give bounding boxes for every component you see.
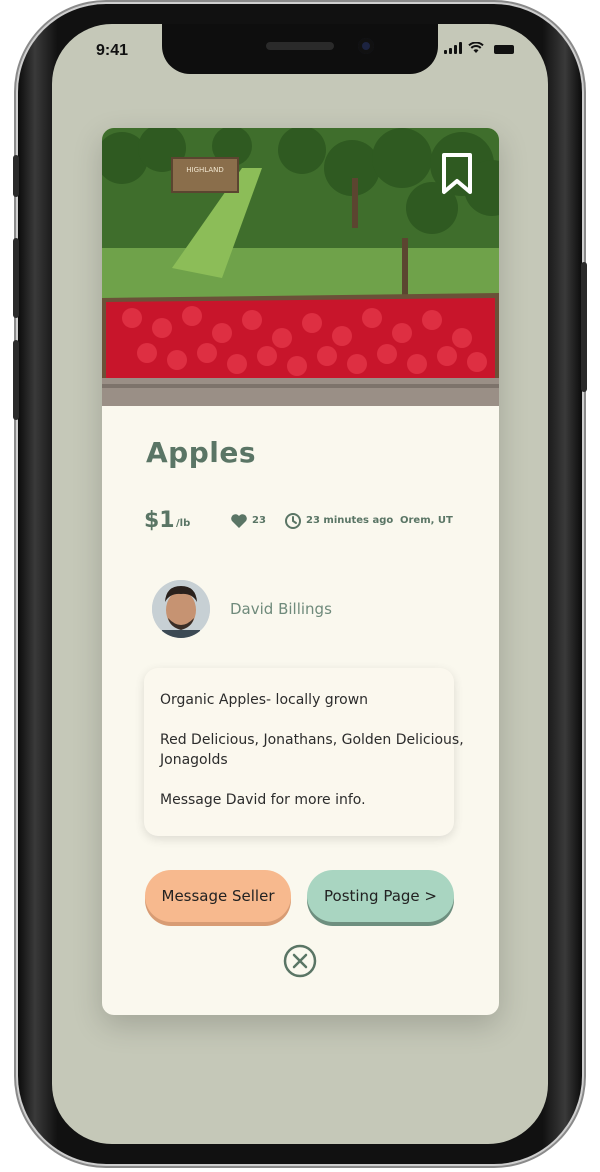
volume-down-button <box>13 340 19 420</box>
avatar-image <box>152 580 210 638</box>
price: $1 <box>144 508 175 533</box>
description-line: Organic Apples- locally grown <box>160 692 369 708</box>
mute-switch <box>13 155 19 197</box>
bookmark-icon[interactable] <box>438 152 476 196</box>
speaker <box>266 42 334 50</box>
status-icons <box>444 42 514 54</box>
hero-sign-text: HIGHLAND <box>186 166 224 174</box>
notch <box>162 24 438 74</box>
front-camera <box>358 38 374 54</box>
power-button <box>581 262 587 392</box>
location: Orem, UT <box>400 515 453 526</box>
clock-icon <box>285 513 301 529</box>
battery-icon <box>494 45 514 54</box>
wifi-icon <box>468 42 484 53</box>
posted-time: 23 minutes ago <box>306 515 394 526</box>
description-line: Message David for more info. <box>160 792 366 808</box>
signal-icon <box>444 42 462 54</box>
status-time: 9:41 <box>96 42 129 59</box>
listing-meta: $1 /lb 23 23 minutes ago Orem, UT <box>144 508 484 538</box>
seller-name[interactable]: David Billings <box>230 600 332 618</box>
description-line: Jonagolds <box>160 752 228 768</box>
avatar[interactable] <box>152 580 210 638</box>
message-seller-button[interactable]: Message Seller <box>145 870 291 922</box>
price-unit: /lb <box>176 518 191 529</box>
close-icon[interactable] <box>283 944 317 978</box>
heart-icon[interactable] <box>230 513 248 529</box>
posting-page-button[interactable]: Posting Page > <box>307 870 454 922</box>
listing-card: HIGHLAND Apples $1 /lb 23 23 minutes ago… <box>102 128 499 1015</box>
likes-count: 23 <box>252 515 266 526</box>
listing-title: Apples <box>146 436 257 469</box>
description-line: Red Delicious, Jonathans, Golden Delicio… <box>160 732 464 748</box>
description-box: Organic Apples- locally grown Red Delici… <box>144 668 464 836</box>
volume-up-button <box>13 238 19 318</box>
